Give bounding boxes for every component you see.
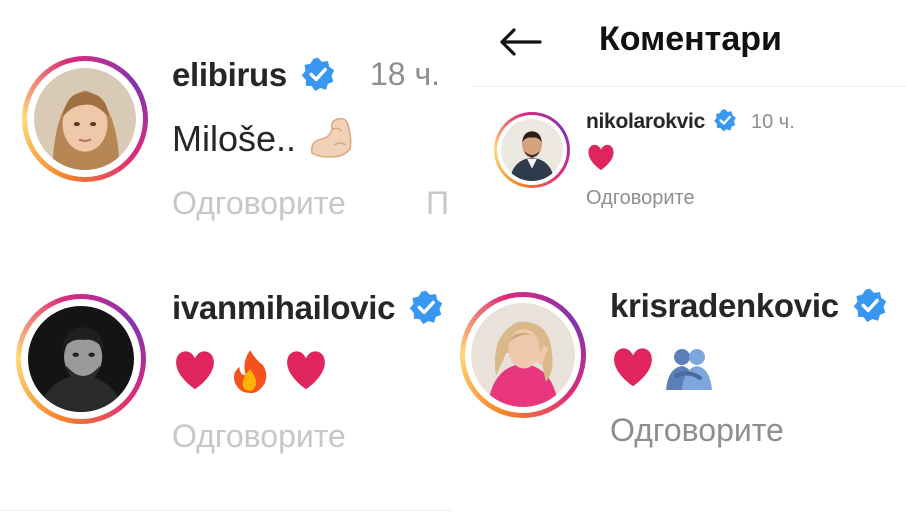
- avatar[interactable]: [501, 119, 563, 181]
- username-text[interactable]: elibirus: [172, 56, 287, 93]
- verified-badge-icon: [713, 109, 736, 132]
- fire-icon: [234, 350, 267, 394]
- people-hugging-icon: [666, 349, 713, 390]
- avatar-ring[interactable]: [22, 56, 148, 182]
- comment-krisradenkovic: krisradenkovic Одговорите: [452, 258, 906, 513]
- reply-button[interactable]: Одговорите: [610, 412, 784, 449]
- username-text[interactable]: krisradenkovic: [610, 287, 839, 324]
- red-heart-icon: [176, 351, 214, 390]
- avatar[interactable]: [471, 303, 575, 407]
- comment-nikolarokvic: Коментари nikolarokvic 10 ч. Одговорите: [472, 0, 906, 258]
- username[interactable]: nikolarokvic: [586, 109, 737, 134]
- comment-time: 10 ч.: [751, 111, 795, 133]
- arrow-left-icon[interactable]: [498, 27, 542, 57]
- comment-text: [610, 346, 714, 390]
- avatar-ring[interactable]: [16, 294, 146, 424]
- comment-ivanmihailovic: ivanmihailovic Одговорите: [0, 258, 452, 513]
- reply-button[interactable]: Одговорите: [172, 418, 346, 455]
- page-title: Коментари: [599, 20, 782, 58]
- avatar[interactable]: [28, 306, 134, 412]
- avatar[interactable]: [34, 68, 136, 170]
- comment-time: 18 ч.: [370, 56, 441, 92]
- comment-text: [172, 348, 329, 394]
- comment-text: Miloše..: [172, 118, 358, 160]
- username-text[interactable]: ivanmihailovic: [172, 289, 396, 326]
- username[interactable]: elibirus: [172, 56, 336, 94]
- username[interactable]: ivanmihailovic: [172, 289, 444, 327]
- comment-elibirus: elibirus 18 ч. Miloše.. Одговорите П: [0, 0, 452, 258]
- comment-text-content: Miloše..: [172, 118, 297, 159]
- red-heart-icon: [588, 144, 614, 171]
- flexed-biceps-icon: [311, 118, 352, 159]
- extra-action-button[interactable]: П: [426, 185, 449, 222]
- bottom-divider: [0, 510, 452, 511]
- username[interactable]: krisradenkovic: [610, 287, 888, 325]
- avatar-ring[interactable]: [494, 112, 570, 188]
- username-text[interactable]: nikolarokvic: [586, 110, 705, 133]
- red-heart-icon: [614, 348, 652, 387]
- header-divider: [472, 86, 906, 87]
- comment-text: [586, 144, 616, 172]
- reply-button[interactable]: Одговорите: [586, 187, 695, 210]
- verified-badge-icon: [301, 58, 335, 92]
- red-heart-icon: [287, 351, 325, 390]
- reply-button[interactable]: Одговорите: [172, 185, 346, 222]
- avatar-ring[interactable]: [460, 292, 586, 418]
- verified-badge-icon: [853, 289, 886, 323]
- verified-badge-icon: [409, 291, 443, 325]
